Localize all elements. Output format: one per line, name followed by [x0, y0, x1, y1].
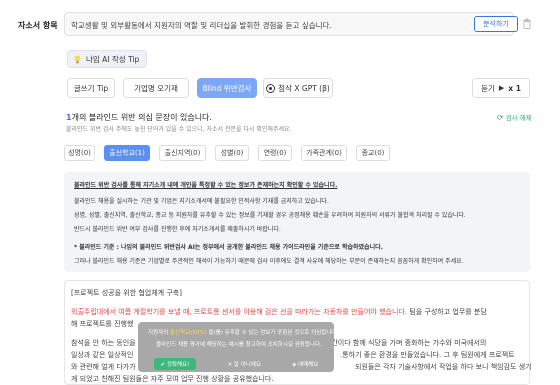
trash-icon[interactable]: [522, 18, 532, 29]
refresh-icon: ⟳: [497, 112, 504, 122]
analyze-button[interactable]: 분석하기: [474, 16, 518, 32]
tab-region[interactable]: 출신지역(0): [159, 145, 206, 161]
lightbulb-icon: [74, 55, 81, 63]
essay-header: [프로젝트 성공을 위한 협업체계 구축]: [71, 289, 182, 297]
question-label: 자소서 항목: [18, 21, 58, 30]
popup-wrong-button[interactable]: ✕ 잘 아니에요: [228, 360, 261, 368]
tab-gender[interactable]: 성별(0): [215, 145, 249, 161]
tab-name[interactable]: 성명(0): [64, 145, 95, 161]
blind-result-subtitle: 블라인드 위반 검사 주에도 놓친 단어가 있을 수 있으니, 자소서 전문을 …: [66, 126, 292, 133]
gpt-icon: [266, 83, 276, 93]
category-tabs: 성명(0) 출신학교(1) 출신지역(0) 성별(0) 연령(0) 가족관계(0…: [64, 145, 390, 161]
blind-result-title: 1개의 블라인드 위반 의심 문장이 있습니다.: [66, 112, 212, 123]
info-line: 블라인드 위반 검사를 통해 자기소개 내에 개인을 특정할 수 있는 정보가 …: [74, 182, 338, 189]
inspect-label: 검사 해제: [505, 114, 532, 122]
listen-label: 듣기: [481, 83, 495, 93]
info-line: * 블라인드 기준 : 나임의 블라인드 위반검사 AI는 정부에서 공개한 블…: [74, 244, 383, 251]
listen-button[interactable]: 듣기 ▶ x 1: [472, 78, 530, 98]
info-line: 성명, 성별, 출신지역, 출신학교, 종교 등 지원자를 유추할 수 있는 정…: [74, 212, 466, 219]
popup-correct-button[interactable]: ✔ 정확해요!: [153, 358, 197, 370]
tab-school[interactable]: 출신학교(1): [104, 145, 150, 161]
inspect-toggle[interactable]: ⟳ 검사 해제: [497, 112, 532, 123]
tab-family[interactable]: 가족관계(0): [301, 145, 347, 161]
company-name-check-button[interactable]: 기업명 오기재: [123, 78, 189, 98]
tab-religion[interactable]: 종교(0): [356, 145, 390, 161]
tab-age[interactable]: 연령(0): [258, 145, 292, 161]
popup-advice: 블라인드 채용 평가에 해당하는 예시를 참고하여 조치하시길 권장합니다.: [156, 342, 322, 348]
play-icon: ▶: [498, 84, 505, 92]
question-text: 학교생활 및 외부활동에서 지원자의 역할 및 리더십을 발휘한 경험을 듣고 …: [71, 21, 332, 30]
popup-unclear-button[interactable]: ◈ 애매해요: [292, 360, 318, 368]
writing-tip-button[interactable]: 글쓰기 Tip: [67, 78, 115, 98]
blind-result-suffix: 개의 블라인드 위반 의심 문장이 있습니다.: [71, 113, 212, 122]
gpt-edit-button[interactable]: 첨삭 X GPT (β): [263, 78, 333, 98]
info-line: 블라인드 채용을 실시하는 기관 및 기업은 지기소개서에 불필요한 인적사항 …: [74, 198, 329, 205]
ai-tip-label: 나임 AI 작성 Tip: [86, 54, 140, 64]
blind-check-button[interactable]: Blind 위반검사: [197, 78, 257, 98]
gpt-edit-label: 첨삭 X GPT (β): [278, 83, 330, 93]
flagged-sentence[interactable]: 외출주립대에서 여름 계절학기를 보낼 때, 프로트롱 센서를 이용해 검은 선…: [71, 308, 407, 316]
ai-tip-button[interactable]: 나임 AI 작성 Tip: [67, 50, 147, 68]
popup-message: 지원자의 출신학교(50%) 을(를) 유추할 수 있는 정보가 포함된 것으로…: [148, 330, 339, 336]
violation-popup: 지원자의 출신학교(50%) 을(를) 유추할 수 있는 정보가 포함된 것으로…: [138, 322, 338, 372]
blind-info-box: 블라인드 위반 검사를 통해 자기소개 내에 개인을 특정할 수 있는 정보가 …: [64, 172, 530, 272]
info-line: 반드시 블라인드 위반 여부 검사를 진행한 후에 자기소개서를 제출하시기 바…: [74, 226, 281, 233]
question-box[interactable]: 학교생활 및 외부활동에서 지원자의 역할 및 리더십을 발휘한 경험을 듣고 …: [64, 12, 514, 36]
speed-label: x 1: [508, 83, 521, 93]
info-line: 그러나 블라인드 채용 기준은 기업별로 주관적인 해석이 가능하기 때문에 검…: [74, 258, 464, 265]
